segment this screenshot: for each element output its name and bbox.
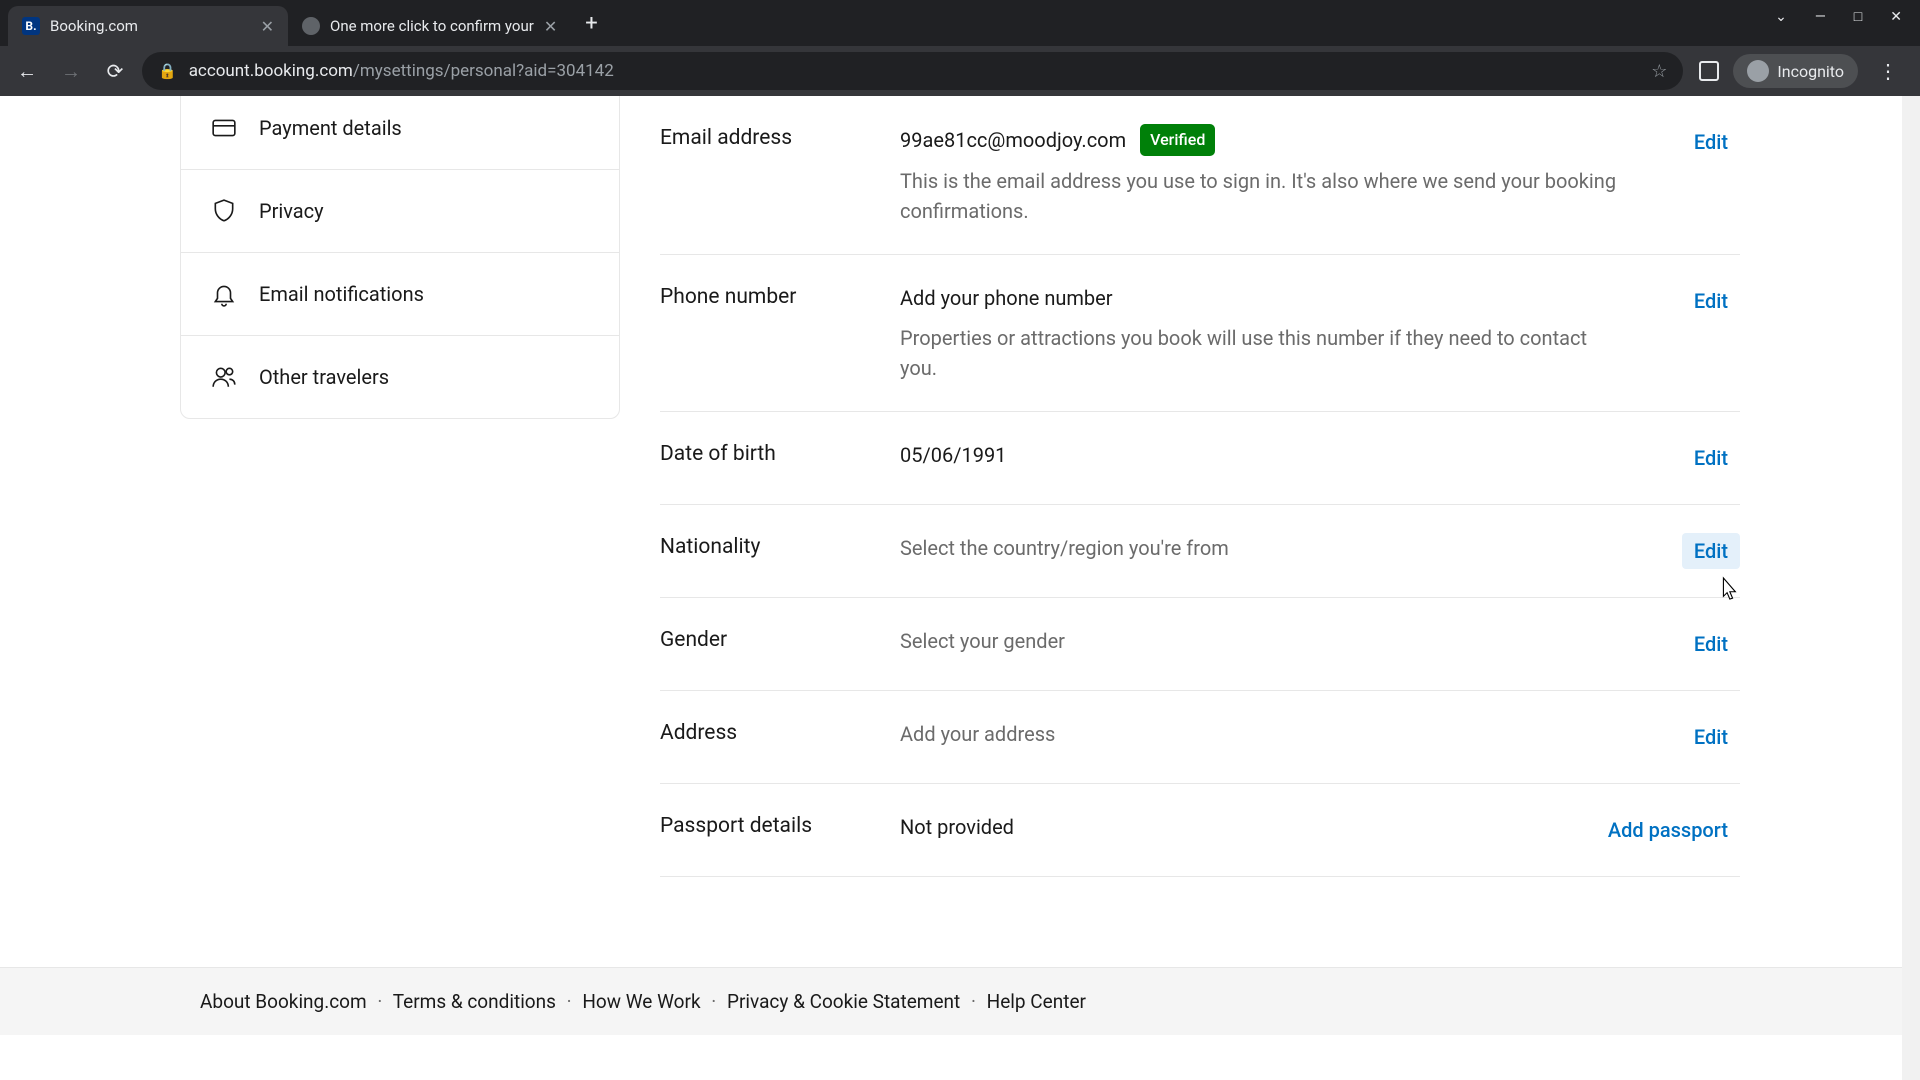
passport-value: Not provided xyxy=(900,815,1014,839)
row-label: Passport details xyxy=(660,812,900,848)
gender-value: Select your gender xyxy=(900,629,1065,653)
settings-main: Email address 99ae81cc@moodjoy.com Verif… xyxy=(660,96,1740,877)
footer-link-terms[interactable]: Terms & conditions xyxy=(393,990,556,1013)
bookmark-star-icon[interactable]: ☆ xyxy=(1651,61,1667,82)
add-passport-button[interactable]: Add passport xyxy=(1596,812,1740,848)
incognito-label: Incognito xyxy=(1777,62,1844,81)
row-label: Email address xyxy=(660,124,900,226)
kebab-menu-icon[interactable]: ⋮ xyxy=(1872,59,1904,83)
dob-value: 05/06/1991 xyxy=(900,443,1006,467)
browser-tab-active[interactable]: B. Booking.com ✕ xyxy=(8,6,288,46)
email-value: 99ae81cc@moodjoy.com xyxy=(900,125,1126,155)
row-dob: Date of birth 05/06/1991 Edit xyxy=(660,412,1740,505)
tab-strip: B. Booking.com ✕ One more click to confi… xyxy=(0,0,1920,46)
tab-search-icon[interactable]: ⌄ xyxy=(1775,9,1787,25)
row-description: This is the email address you use to sig… xyxy=(900,166,1620,226)
back-button[interactable]: ← xyxy=(10,54,44,88)
sidebar-item-privacy[interactable]: Privacy xyxy=(181,170,619,253)
forward-button: → xyxy=(54,54,88,88)
phone-value: Add your phone number xyxy=(900,283,1113,313)
bell-icon xyxy=(211,281,237,307)
edit-nationality-button[interactable]: Edit xyxy=(1682,533,1740,569)
row-body: Select your gender xyxy=(900,626,1682,662)
sidebar-item-label: Payment details xyxy=(259,116,402,140)
row-body: Add your phone number Properties or attr… xyxy=(900,283,1682,383)
footer-link-privacy[interactable]: Privacy & Cookie Statement xyxy=(727,990,960,1013)
row-body: 99ae81cc@moodjoy.com Verified This is th… xyxy=(900,124,1682,226)
row-label: Date of birth xyxy=(660,440,900,476)
row-label: Phone number xyxy=(660,283,900,383)
favicon-icon: B. xyxy=(22,17,40,35)
reload-button[interactable]: ⟳ xyxy=(98,54,132,88)
row-description: Properties or attractions you book will … xyxy=(900,323,1620,383)
sidebar-item-label: Email notifications xyxy=(259,282,424,306)
tab-title: One more click to confirm your xyxy=(330,17,534,35)
row-body: Select the country/region you're from xyxy=(900,533,1682,569)
close-window-icon[interactable]: ✕ xyxy=(1890,9,1902,25)
row-nationality: Nationality Select the country/region yo… xyxy=(660,505,1740,598)
favicon-icon xyxy=(302,17,320,35)
lock-icon[interactable]: 🔒 xyxy=(158,62,177,80)
row-email: Email address 99ae81cc@moodjoy.com Verif… xyxy=(660,96,1740,255)
row-label: Address xyxy=(660,719,900,755)
minimize-icon[interactable]: — xyxy=(1815,9,1826,25)
tab-close-icon[interactable]: ✕ xyxy=(544,17,557,36)
maximize-icon[interactable]: □ xyxy=(1854,8,1862,25)
page-footer: About Booking.com · Terms & conditions ·… xyxy=(0,967,1920,1035)
shield-icon xyxy=(211,198,237,224)
toolbar-right: Incognito ⋮ xyxy=(1693,54,1910,88)
footer-link-how-we-work[interactable]: How We Work xyxy=(582,990,700,1013)
address-value: Add your address xyxy=(900,722,1055,746)
row-phone: Phone number Add your phone number Prope… xyxy=(660,255,1740,412)
url-text: account.booking.com/mysettings/personal?… xyxy=(189,61,1640,81)
browser-chrome: B. Booking.com ✕ One more click to confi… xyxy=(0,0,1920,96)
scrollbar-track[interactable] xyxy=(1902,96,1920,1080)
page-viewport: Payment details Privacy Email notificati… xyxy=(0,96,1920,1080)
sidebar-item-other-travelers[interactable]: Other travelers xyxy=(181,336,619,418)
edit-email-button[interactable]: Edit xyxy=(1682,124,1740,160)
content-wrap: Payment details Privacy Email notificati… xyxy=(140,96,1780,877)
footer-link-about[interactable]: About Booking.com xyxy=(200,990,367,1013)
window-controls: ⌄ — □ ✕ xyxy=(1775,0,1920,25)
incognito-icon xyxy=(1747,60,1769,82)
row-body: 05/06/1991 xyxy=(900,440,1682,476)
footer-link-help[interactable]: Help Center xyxy=(987,990,1086,1013)
credit-card-icon xyxy=(211,115,237,141)
browser-toolbar: ← → ⟳ 🔒 account.booking.com/mysettings/p… xyxy=(0,46,1920,96)
row-gender: Gender Select your gender Edit xyxy=(660,598,1740,691)
row-address: Address Add your address Edit xyxy=(660,691,1740,784)
footer-links: About Booking.com · Terms & conditions ·… xyxy=(140,990,1780,1013)
edit-address-button[interactable]: Edit xyxy=(1682,719,1740,755)
extensions-icon[interactable] xyxy=(1699,61,1719,81)
row-body: Not provided xyxy=(900,812,1596,848)
verified-badge: Verified xyxy=(1140,124,1215,156)
new-tab-button[interactable]: + xyxy=(571,11,611,36)
row-label: Gender xyxy=(660,626,900,662)
sidebar-item-label: Other travelers xyxy=(259,365,389,389)
sidebar-item-email-notifications[interactable]: Email notifications xyxy=(181,253,619,336)
nationality-value: Select the country/region you're from xyxy=(900,536,1229,560)
row-body: Add your address xyxy=(900,719,1682,755)
settings-sidebar: Payment details Privacy Email notificati… xyxy=(180,96,620,419)
edit-phone-button[interactable]: Edit xyxy=(1682,283,1740,319)
sidebar-item-label: Privacy xyxy=(259,199,324,223)
browser-tab[interactable]: One more click to confirm your ✕ xyxy=(288,6,571,46)
incognito-badge[interactable]: Incognito xyxy=(1733,54,1858,88)
sidebar-item-payment[interactable]: Payment details xyxy=(181,96,619,170)
edit-dob-button[interactable]: Edit xyxy=(1682,440,1740,476)
tab-close-icon[interactable]: ✕ xyxy=(261,17,274,36)
tab-title: Booking.com xyxy=(50,17,251,35)
row-passport: Passport details Not provided Add passpo… xyxy=(660,784,1740,877)
address-bar[interactable]: 🔒 account.booking.com/mysettings/persona… xyxy=(142,52,1683,90)
row-label: Nationality xyxy=(660,533,900,569)
users-icon xyxy=(211,364,237,390)
edit-gender-button[interactable]: Edit xyxy=(1682,626,1740,662)
